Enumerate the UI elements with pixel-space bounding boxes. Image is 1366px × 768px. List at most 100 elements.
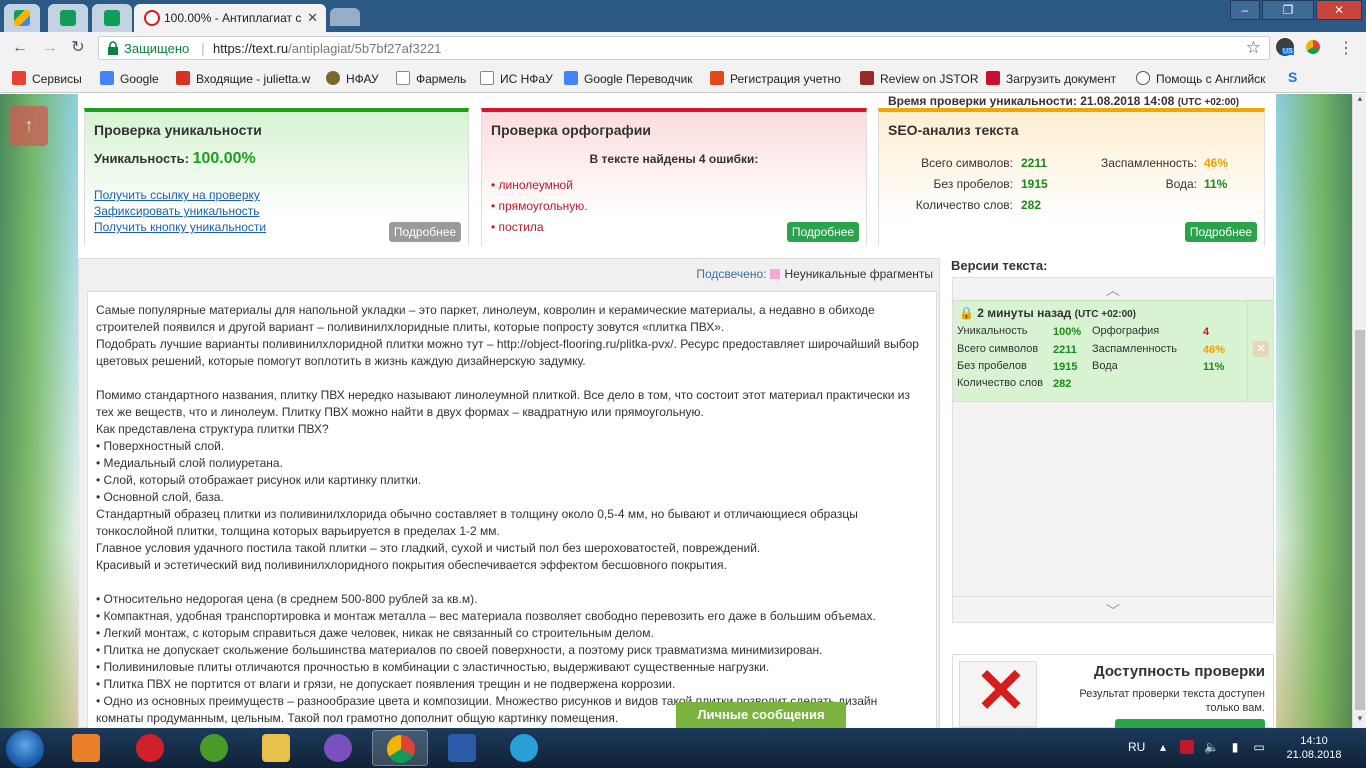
- battery-icon[interactable]: ▭: [1252, 740, 1266, 754]
- version-water-label: Вода: [1092, 360, 1118, 372]
- language-indicator[interactable]: RU: [1128, 740, 1145, 754]
- url-text: https://text.ru/antiplagiat/5b7bf27af322…: [213, 41, 441, 56]
- version-uniq-label: Уникальность: [957, 325, 1028, 337]
- seo-more-button[interactable]: Подробнее: [1185, 222, 1257, 242]
- bookmark-nfau[interactable]: НФАУ: [326, 71, 379, 86]
- orthography-card: Проверка орфографии В тексте найдены 4 о…: [481, 108, 867, 246]
- seo-chars-label: Всего символов:: [921, 156, 1013, 170]
- taskbar-telegram[interactable]: [496, 730, 552, 766]
- bookmark-is-nfau[interactable]: ИС НФаУ: [480, 71, 553, 86]
- uniqueness-label: Уникальность:: [94, 151, 189, 166]
- restore-button[interactable]: ❐: [1262, 0, 1314, 20]
- volume-icon[interactable]: 🔈: [1204, 740, 1219, 754]
- google-icon: [100, 71, 114, 85]
- availability-button[interactable]: [1115, 719, 1265, 728]
- tab-textru[interactable]: 100.00% - Антиплагиат с ✕: [134, 4, 326, 32]
- bookmark-services[interactable]: Сервисы: [12, 71, 82, 86]
- secure-label: Защищено: [124, 41, 190, 56]
- bookmark-s[interactable]: S: [1288, 69, 1297, 85]
- address-bar[interactable]: Защищено | https://text.ru/antiplagiat/5…: [98, 36, 1270, 60]
- bookmark-registration[interactable]: Регистрация учетно: [710, 71, 841, 86]
- tab-sheets-1[interactable]: [48, 4, 88, 32]
- chevron-down-icon[interactable]: ﹀: [953, 596, 1273, 624]
- version-item[interactable]: 🔒 2 минуты назад (UTC +02:00) Уникальнос…: [953, 300, 1273, 402]
- delete-version-icon[interactable]: ✕: [1253, 341, 1269, 357]
- version-orth-label: Орфография: [1092, 325, 1160, 337]
- network-icon[interactable]: ▮: [1228, 740, 1242, 754]
- highlight-value: Неуникальные фрагменты: [784, 267, 933, 281]
- bookmark-english-help[interactable]: Помощь с Английск: [1136, 71, 1265, 86]
- bookmark-star-icon[interactable]: ☆: [1246, 38, 1261, 58]
- background-left-decoration: [0, 94, 80, 728]
- version-words-label: Количество слов: [957, 377, 1044, 389]
- messages-button[interactable]: Личные сообщения: [676, 702, 846, 728]
- highlight-legend: Подсвечено: Неуникальные фрагменты: [696, 267, 933, 281]
- seo-spam-value: 46%: [1204, 156, 1229, 170]
- uniqueness-more-button[interactable]: Подробнее: [389, 222, 461, 242]
- forward-icon[interactable]: →: [40, 38, 60, 58]
- chrome-extension-icon[interactable]: [1306, 40, 1320, 54]
- error-item[interactable]: • прямоугольную.: [491, 199, 588, 213]
- bookmark-farmel[interactable]: Фармель: [396, 71, 466, 86]
- menu-icon[interactable]: ⋮: [1338, 38, 1354, 58]
- profile-badge: US: [1282, 48, 1294, 55]
- close-window-button[interactable]: ✕: [1316, 0, 1362, 20]
- taskbar-utorrent[interactable]: [186, 730, 242, 766]
- back-icon[interactable]: ←: [10, 38, 30, 58]
- sheets-icon: [104, 10, 120, 26]
- page-icon: [480, 71, 494, 85]
- address-separator: |: [201, 40, 205, 56]
- cross-icon: ✕: [975, 657, 1027, 726]
- chevron-up-icon[interactable]: ︿: [953, 280, 1273, 300]
- taskbar-word[interactable]: [434, 730, 490, 766]
- checked-text[interactable]: Самые популярные материалы для напольной…: [87, 291, 937, 728]
- tray-clock[interactable]: 14:10 21.08.2018: [1282, 734, 1346, 762]
- bookmark-translate[interactable]: Google Переводчик: [564, 71, 693, 86]
- tray-expand-icon[interactable]: ▴: [1156, 740, 1170, 754]
- bookmark-upload[interactable]: Загрузить документ: [986, 71, 1116, 86]
- bookmark-label: Загрузить документ: [1006, 72, 1117, 86]
- taskbar-media-player[interactable]: [58, 730, 114, 766]
- error-item[interactable]: • постила: [491, 220, 544, 234]
- availability-title: Доступность проверки: [1093, 663, 1265, 680]
- antivirus-icon[interactable]: [1180, 740, 1194, 754]
- seo-words-label: Количество слов:: [915, 198, 1013, 212]
- scroll-up-arrow-icon[interactable]: ▲: [1353, 94, 1366, 108]
- orthography-title: Проверка орфографии: [491, 122, 651, 138]
- page-scrollbar[interactable]: ▲ ▼: [1352, 94, 1366, 728]
- reload-icon[interactable]: ↻: [68, 38, 88, 58]
- seo-chars-value: 2211: [1021, 156, 1048, 170]
- bookmarks-bar: Сервисы Google Входящие - julietta.w НФА…: [0, 63, 1366, 93]
- version-nospace-label: Без пробелов: [957, 360, 1027, 372]
- profile-avatar[interactable]: US: [1276, 38, 1294, 56]
- scroll-up-icon[interactable]: ↑: [10, 106, 48, 146]
- taskbar-explorer[interactable]: [248, 730, 304, 766]
- bookmark-label: Review on JSTOR: [880, 72, 979, 86]
- orthography-subtitle: В тексте найдены 4 ошибки:: [589, 152, 759, 166]
- fix-uniqueness-link[interactable]: Зафиксировать уникальность: [94, 204, 260, 218]
- tab-sheets-2[interactable]: [92, 4, 132, 32]
- get-button-link[interactable]: Получить кнопку уникальности: [94, 220, 266, 234]
- get-link-link[interactable]: Получить ссылку на проверку: [94, 188, 260, 202]
- bookmark-google[interactable]: Google: [100, 71, 159, 86]
- start-button[interactable]: [6, 730, 44, 768]
- version-chars-value: 2211: [1053, 344, 1077, 356]
- scrollbar-thumb[interactable]: [1355, 330, 1365, 710]
- close-tab-icon[interactable]: ✕: [307, 10, 318, 26]
- new-tab-button[interactable]: [330, 8, 360, 26]
- taskbar-viber[interactable]: [310, 730, 366, 766]
- minimize-button[interactable]: –: [1230, 0, 1260, 20]
- scroll-down-arrow-icon[interactable]: ▼: [1353, 714, 1366, 728]
- tab-drive[interactable]: [4, 4, 40, 32]
- seo-nospace-value: 1915: [1021, 177, 1048, 191]
- seo-water-label: Вода:: [1165, 177, 1197, 191]
- taskbar-opera[interactable]: [122, 730, 178, 766]
- taskbar-chrome[interactable]: [372, 730, 428, 766]
- seo-water-value: 11%: [1204, 177, 1228, 191]
- bookmark-jstor[interactable]: Review on JSTOR: [860, 71, 978, 86]
- version-words-value: 282: [1053, 378, 1072, 390]
- bookmark-inbox[interactable]: Входящие - julietta.w: [176, 71, 310, 86]
- uniqueness-line: Уникальность: 100.00%: [94, 150, 256, 168]
- orthography-more-button[interactable]: Подробнее: [787, 222, 859, 242]
- error-item[interactable]: • линолеумной: [491, 178, 573, 192]
